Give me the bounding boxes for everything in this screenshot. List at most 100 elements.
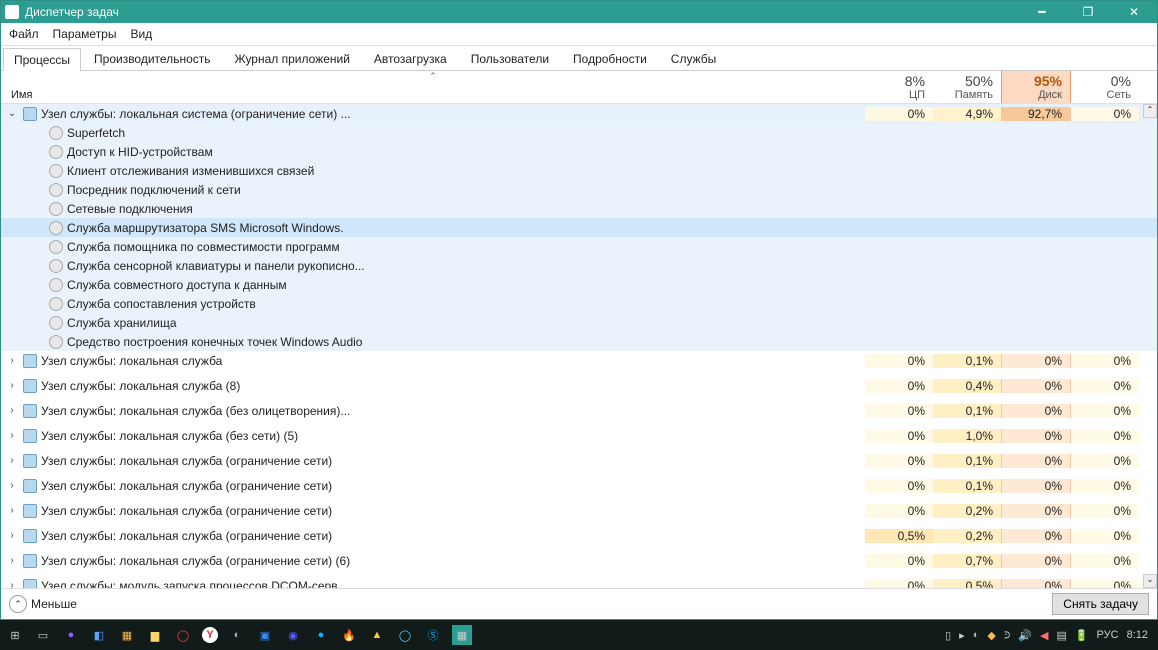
- app-icon-2[interactable]: ◧: [90, 626, 108, 644]
- tray-lang[interactable]: РУС: [1097, 629, 1119, 641]
- cell-disk: 0%: [1001, 354, 1071, 368]
- tab-users[interactable]: Пользователи: [460, 47, 560, 70]
- scroll-up-icon[interactable]: ⌃: [1143, 104, 1157, 118]
- col-memory[interactable]: 50%Память: [933, 71, 1001, 103]
- chevron-right-icon[interactable]: ›: [5, 430, 19, 441]
- cell-disk: 0%: [1001, 404, 1071, 418]
- process-row[interactable]: ›Узел службы: локальная служба (ограниче…: [1, 476, 1157, 495]
- cell-disk: 0%: [1001, 454, 1071, 468]
- tray-battery-icon[interactable]: 🔋: [1075, 629, 1089, 642]
- skype-icon[interactable]: Ⓢ: [424, 626, 442, 644]
- tray-icon-4[interactable]: ◀: [1040, 629, 1048, 642]
- task-manager-icon[interactable]: ▦: [452, 625, 472, 645]
- scrollbar[interactable]: ⌃ ⌄: [1143, 104, 1155, 588]
- col-network[interactable]: 0%Сеть: [1071, 71, 1139, 103]
- process-row[interactable]: Доступ к HID-устройствам: [1, 142, 1157, 161]
- process-row[interactable]: Служба сенсорной клавиатуры и панели рук…: [1, 256, 1157, 275]
- process-row[interactable]: ›Узел службы: локальная служба0%0,1%0%0%: [1, 351, 1157, 370]
- process-row[interactable]: ›Узел службы: локальная служба (ограниче…: [1, 501, 1157, 520]
- menu-view[interactable]: Вид: [130, 27, 152, 41]
- process-row[interactable]: Superfetch: [1, 123, 1157, 142]
- app-icon-7[interactable]: 🔥: [340, 626, 358, 644]
- tab-details[interactable]: Подробности: [562, 47, 658, 70]
- process-row[interactable]: Служба маршрутизатора SMS Microsoft Wind…: [1, 218, 1157, 237]
- chevron-right-icon[interactable]: ›: [5, 455, 19, 466]
- cell-mem: 0,1%: [933, 454, 1001, 468]
- col-cpu[interactable]: 8%ЦП: [865, 71, 933, 103]
- close-button[interactable]: ✕: [1111, 1, 1157, 23]
- tray-icon-3[interactable]: ◆: [987, 629, 995, 642]
- app-icon-9[interactable]: ◯: [396, 626, 414, 644]
- process-row[interactable]: Служба хранилища: [1, 313, 1157, 332]
- app-icon-8[interactable]: ▲: [368, 626, 386, 644]
- service-icon: [49, 240, 63, 254]
- yandex-icon[interactable]: Y: [202, 627, 218, 643]
- chevron-right-icon[interactable]: ›: [5, 505, 19, 516]
- tab-performance[interactable]: Производительность: [83, 47, 221, 70]
- sort-indicator-icon: ⌃: [429, 71, 437, 82]
- tab-services[interactable]: Службы: [660, 47, 727, 70]
- steam-icon[interactable]: ◐: [228, 626, 246, 644]
- process-row[interactable]: Посредник подключений к сети: [1, 180, 1157, 199]
- task-view-icon[interactable]: ▭: [34, 626, 52, 644]
- chevron-down-icon[interactable]: ⌄: [5, 108, 19, 119]
- explorer-icon[interactable]: ▆: [146, 626, 164, 644]
- tray-wifi-icon[interactable]: ⪾: [1004, 629, 1010, 642]
- chevron-right-icon[interactable]: ›: [5, 380, 19, 391]
- process-row[interactable]: Сетевые подключения: [1, 199, 1157, 218]
- process-list-scroll[interactable]: ⌄Узел службы: локальная система (огранич…: [1, 104, 1157, 588]
- process-row[interactable]: Служба сопоставления устройств: [1, 294, 1157, 313]
- process-row[interactable]: ›Узел службы: модуль запуска процессов D…: [1, 576, 1157, 588]
- maximize-button[interactable]: ❐: [1065, 1, 1111, 23]
- col-disk[interactable]: 95%Диск: [1001, 71, 1071, 103]
- app-icon-1[interactable]: ●: [62, 626, 80, 644]
- process-row[interactable]: ›Узел службы: локальная служба (ограниче…: [1, 451, 1157, 470]
- tab-processes[interactable]: Процессы: [3, 48, 81, 71]
- col-name[interactable]: ⌃ Имя: [1, 71, 865, 103]
- process-row[interactable]: ›Узел службы: локальная служба (8)0%0,4%…: [1, 376, 1157, 395]
- scroll-down-icon[interactable]: ⌄: [1143, 574, 1157, 588]
- chevron-right-icon[interactable]: ›: [5, 580, 19, 588]
- chevron-right-icon[interactable]: ›: [5, 555, 19, 566]
- tray-time[interactable]: 8:12: [1127, 629, 1148, 641]
- process-row[interactable]: Средство построения конечных точек Windo…: [1, 332, 1157, 351]
- app-icon-5[interactable]: ◉: [284, 626, 302, 644]
- tab-startup[interactable]: Автозагрузка: [363, 47, 458, 70]
- start-icon[interactable]: ⊞: [6, 626, 24, 644]
- process-row[interactable]: Служба помощника по совместимости програ…: [1, 237, 1157, 256]
- menubar: Файл Параметры Вид: [1, 23, 1157, 46]
- process-name: Служба хранилища: [67, 316, 177, 330]
- tray-icon-2[interactable]: ▸: [959, 629, 965, 642]
- menu-options[interactable]: Параметры: [53, 27, 117, 41]
- chevron-right-icon[interactable]: ›: [5, 480, 19, 491]
- fewer-details-label: Меньше: [31, 597, 77, 611]
- tray-icon-5[interactable]: ▤: [1056, 629, 1066, 642]
- chevron-right-icon[interactable]: ›: [5, 355, 19, 366]
- process-row[interactable]: ⌄Узел службы: локальная система (огранич…: [1, 104, 1157, 123]
- opera-icon[interactable]: ◯: [174, 626, 192, 644]
- app-icon-3[interactable]: ▦: [118, 626, 136, 644]
- app-icon-6[interactable]: ●: [312, 626, 330, 644]
- process-row[interactable]: ›Узел службы: локальная служба (без сети…: [1, 426, 1157, 445]
- process-row[interactable]: ›Узел службы: локальная служба (ограниче…: [1, 526, 1157, 545]
- fewer-details-toggle[interactable]: ⌃ Меньше: [9, 595, 77, 613]
- menu-file[interactable]: Файл: [9, 27, 39, 41]
- process-row[interactable]: ›Узел службы: локальная служба (ограниче…: [1, 551, 1157, 570]
- taskbar[interactable]: ⊞ ▭ ● ◧ ▦ ▆ ◯ Y ◐ ▣ ◉ ● 🔥 ▲ ◯ Ⓢ ▦ ▯ ▸ ◐ …: [0, 620, 1158, 650]
- process-row[interactable]: Клиент отслеживания изменившихся связей: [1, 161, 1157, 180]
- tray-steam-icon[interactable]: ◐: [973, 629, 980, 641]
- tray-volume-icon[interactable]: 🔊: [1018, 629, 1032, 642]
- service-icon: [49, 335, 63, 349]
- tray-icon-1[interactable]: ▯: [945, 629, 951, 642]
- process-row[interactable]: ›Узел службы: локальная служба (без олиц…: [1, 401, 1157, 420]
- chevron-right-icon[interactable]: ›: [5, 530, 19, 541]
- end-task-button[interactable]: Снять задачу: [1052, 593, 1149, 615]
- minimize-button[interactable]: ━: [1019, 1, 1065, 23]
- process-row[interactable]: Служба совместного доступа к данным: [1, 275, 1157, 294]
- app-icon-4[interactable]: ▣: [256, 626, 274, 644]
- titlebar[interactable]: Диспетчер задач ━ ❐ ✕: [1, 1, 1157, 23]
- chevron-right-icon[interactable]: ›: [5, 405, 19, 416]
- cell-disk: 0%: [1001, 529, 1071, 543]
- tab-app-history[interactable]: Журнал приложений: [224, 47, 361, 70]
- process-name: Сетевые подключения: [67, 202, 193, 216]
